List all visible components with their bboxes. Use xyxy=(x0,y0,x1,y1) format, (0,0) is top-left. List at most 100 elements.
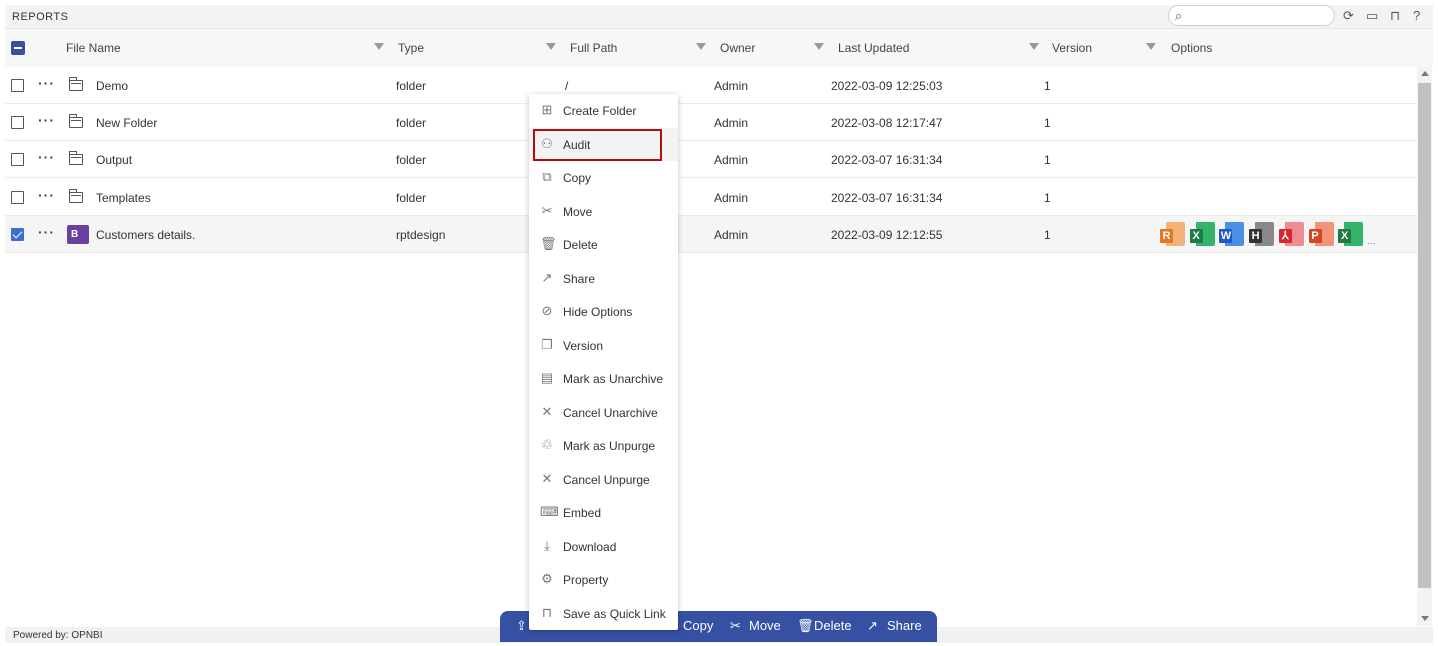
col-options: Options xyxy=(1171,41,1213,55)
menu-item-label: Delete xyxy=(563,238,598,252)
menu-item-version[interactable]: ❐ Version xyxy=(529,329,678,362)
row-checkbox[interactable] xyxy=(11,116,24,130)
menu-item-delete[interactable]: 🗑 Delete xyxy=(529,228,678,261)
menu-item-embed[interactable]: ⌨ Embed xyxy=(529,496,678,529)
export-format-icon[interactable]: ⅄ xyxy=(1278,221,1304,246)
menu-item-move[interactable]: ✂ Move xyxy=(529,195,678,228)
export-format-icon[interactable]: H xyxy=(1249,221,1275,246)
help-icon[interactable]: ? xyxy=(1413,8,1420,23)
col-full-path[interactable]: Full Path xyxy=(570,41,617,55)
row-checkbox[interactable] xyxy=(11,79,24,92)
folder-icon xyxy=(69,188,83,203)
menu-item-label: Property xyxy=(563,573,609,587)
scroll-up-icon[interactable] xyxy=(1421,71,1429,76)
folder-icon xyxy=(69,114,83,129)
col-file-name[interactable]: File Name xyxy=(66,41,121,55)
col-owner[interactable]: Owner xyxy=(720,41,755,55)
menu-item-label: Cancel Unarchive xyxy=(563,405,658,420)
file-type: folder xyxy=(396,153,427,168)
export-format-icon[interactable]: W xyxy=(1219,221,1245,246)
bookmark-icon[interactable]: ⊓ xyxy=(1390,8,1400,24)
menu-item-create-folder[interactable]: ⊞ Create Folder xyxy=(529,94,678,127)
more-options-icon[interactable]: ··· xyxy=(38,224,55,240)
file-name[interactable]: Customers details. xyxy=(96,228,195,242)
version: 1 xyxy=(1044,116,1051,131)
comment-icon[interactable]: ▭ xyxy=(1366,8,1378,24)
menu-item-mark-as-unpurge[interactable]: ♲ Mark as Unpurge xyxy=(529,429,678,462)
menu-item-label: Mark as Unarchive xyxy=(563,372,664,386)
col-type[interactable]: Type xyxy=(398,41,424,55)
menu-item-share[interactable]: ↗ Share xyxy=(529,262,678,295)
birt-report-icon: B xyxy=(67,224,89,244)
last-updated: 2022-03-08 12:17:47 xyxy=(831,116,943,131)
bookmark-icon: ⊓ xyxy=(541,604,553,620)
move-button[interactable]: Move xyxy=(749,618,781,633)
owner: Admin xyxy=(714,227,749,242)
copy-icon: ⧉ xyxy=(542,169,552,184)
row-checkbox[interactable] xyxy=(11,190,24,204)
file-name[interactable]: Demo xyxy=(96,79,128,93)
row-checkbox[interactable] xyxy=(11,153,24,167)
select-all-checkbox[interactable] xyxy=(11,41,25,55)
table-row[interactable]: ··· Templates folder Admin 2022-03-07 16… xyxy=(5,179,1417,216)
menu-item-label: Download xyxy=(563,539,617,554)
col-last-updated[interactable]: Last Updated xyxy=(838,41,909,55)
menu-item-save-as-quick-link[interactable]: ⊓ Save as Quick Link xyxy=(529,597,678,630)
search-input[interactable]: ⌕ xyxy=(1168,5,1335,26)
last-updated: 2022-03-09 12:12:55 xyxy=(831,227,943,242)
menu-item-cancel-unarchive[interactable]: ✕ Cancel Unarchive xyxy=(529,396,678,429)
last-updated: 2022-03-09 12:25:03 xyxy=(831,79,943,93)
page-title: REPORTS xyxy=(12,11,69,23)
filter-icon[interactable] xyxy=(374,43,384,50)
more-options-icon[interactable]: ··· xyxy=(38,149,55,165)
filter-icon[interactable] xyxy=(814,43,824,50)
more-options-icon[interactable]: ··· xyxy=(38,75,55,91)
delete-button[interactable]: Delete xyxy=(814,618,852,633)
export-format-icon[interactable]: X xyxy=(1189,221,1215,246)
menu-item-label: Create Folder xyxy=(563,104,637,118)
menu-item-mark-as-unarchive[interactable]: ▤ Mark as Unarchive xyxy=(529,362,678,395)
file-name[interactable]: Output xyxy=(96,153,132,167)
owner: Admin xyxy=(714,79,749,93)
close-icon: ✕ xyxy=(541,403,553,419)
share-button[interactable]: Share xyxy=(887,618,922,633)
menu-item-hide-options[interactable]: ⊘ Hide Options xyxy=(529,295,678,328)
menu-item-copy[interactable]: ⧉ Copy xyxy=(529,161,678,194)
copy-button[interactable]: Copy xyxy=(683,618,713,633)
close-icon: ✕ xyxy=(541,470,553,486)
col-version[interactable]: Version xyxy=(1052,41,1092,55)
table-row[interactable]: ··· New Folder folder Admin 2022-03-08 1… xyxy=(5,104,1417,142)
table-row[interactable]: ··· Demo folder / Admin 2022-03-09 12:25… xyxy=(5,67,1417,104)
file-type: folder xyxy=(396,79,427,93)
upload-icon[interactable]: ⇪ xyxy=(516,618,527,634)
more-formats[interactable]: ... xyxy=(1367,236,1375,247)
row-checkbox[interactable] xyxy=(11,227,24,241)
table-row[interactable]: ··· Output folder Admin 2022-03-07 16:31… xyxy=(5,141,1417,179)
version: 1 xyxy=(1044,190,1051,205)
refresh-icon[interactable]: ⟳ xyxy=(1343,8,1354,24)
menu-item-label: Cancel Unpurge xyxy=(563,472,650,487)
filter-icon[interactable] xyxy=(696,43,706,50)
export-format-icon[interactable]: P xyxy=(1308,221,1334,246)
more-options-icon[interactable]: ··· xyxy=(38,112,55,128)
menu-item-cancel-unpurge[interactable]: ✕ Cancel Unpurge xyxy=(529,463,678,496)
menu-item-label: Share xyxy=(563,271,596,286)
version: 1 xyxy=(1044,153,1051,168)
scroll-down-icon[interactable] xyxy=(1421,616,1429,621)
export-format-icon[interactable]: R xyxy=(1160,221,1185,246)
file-type: folder xyxy=(396,116,427,131)
menu-item-download[interactable]: ⤓ Download xyxy=(529,530,678,563)
file-name[interactable]: New Folder xyxy=(96,116,157,130)
menu-item-label: Save as Quick Link xyxy=(563,606,666,621)
menu-item-property[interactable]: ⚙ Property xyxy=(529,563,678,596)
file-name[interactable]: Templates xyxy=(96,191,151,205)
table-row[interactable]: ··· B Customers details. rptdesign Admin … xyxy=(5,215,1417,253)
filter-icon[interactable] xyxy=(1146,43,1156,50)
version: 1 xyxy=(1044,227,1051,242)
more-options-icon[interactable]: ··· xyxy=(38,187,55,203)
export-format-icon[interactable]: X xyxy=(1338,221,1364,246)
scrollbar-thumb[interactable] xyxy=(1418,83,1431,588)
filter-icon[interactable] xyxy=(1029,43,1039,50)
filter-icon[interactable] xyxy=(546,43,556,50)
table-header: File Name Type Full Path Owner Last Upda… xyxy=(5,29,1433,67)
